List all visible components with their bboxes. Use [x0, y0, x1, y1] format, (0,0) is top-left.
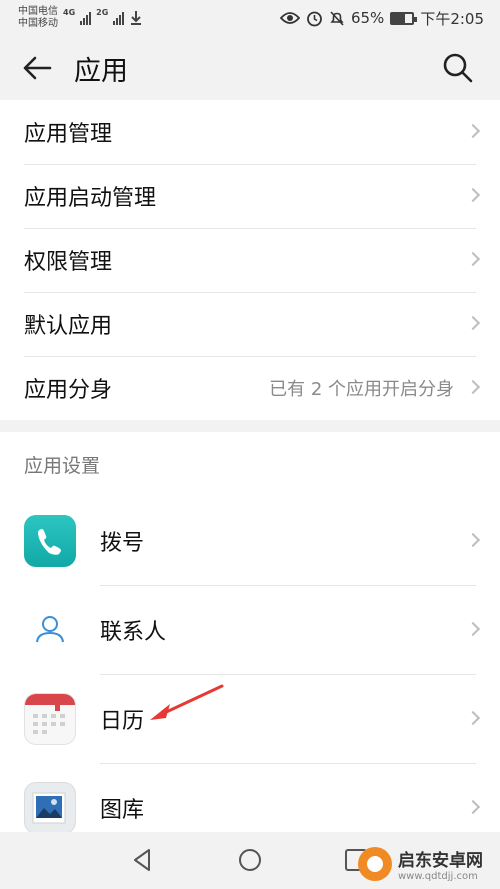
page-title: 应用 — [74, 55, 128, 87]
chevron-right-icon — [465, 621, 481, 636]
battery-fill — [392, 13, 406, 23]
chevron-right-icon — [465, 315, 481, 331]
signal-icon — [113, 11, 125, 25]
signal-icon — [80, 11, 92, 25]
list-item-label: 权限管理 — [24, 250, 113, 275]
download-icon — [131, 11, 142, 25]
battery-icon — [390, 11, 418, 25]
watermark: 启东安卓网 www.qdtdjj.com — [358, 842, 494, 886]
chevron-right-icon — [465, 799, 481, 814]
search-button[interactable] — [440, 50, 476, 86]
status-bar: 中国电信 中国移动 4G 2G 65% 下午2:05 — [0, 0, 500, 36]
mute-icon — [330, 10, 344, 26]
nav-home-button[interactable] — [234, 844, 266, 876]
phone-icon — [24, 514, 76, 567]
app-item-calendar[interactable]: 日历 — [0, 674, 500, 763]
list-item-app-twin[interactable]: 应用分身 已有 2 个应用开启分身 — [0, 356, 500, 420]
chevron-right-icon — [465, 532, 481, 547]
section-title: 应用设置 — [24, 454, 101, 477]
alarm-icon — [307, 11, 322, 26]
annotation-arrow — [150, 684, 224, 720]
app-item-label: 拨号 — [100, 530, 145, 556]
list-item-label: 默认应用 — [24, 314, 113, 339]
app-item-label: 联系人 — [100, 619, 167, 645]
eye-icon — [279, 12, 300, 24]
list-item-label: 应用管理 — [24, 122, 113, 147]
watermark-url: www.qdtdjj.com — [398, 871, 478, 882]
list-item-app-launch[interactable]: 应用启动管理 — [0, 164, 500, 228]
nav-back-button[interactable] — [127, 844, 159, 876]
search-icon — [443, 53, 473, 83]
chevron-right-icon — [465, 251, 481, 267]
chevron-right-icon — [465, 710, 481, 725]
carrier-2: 中国移动 — [18, 18, 58, 29]
chevron-right-icon — [465, 379, 481, 395]
back-button[interactable] — [0, 36, 74, 100]
app-item-contacts[interactable]: 联系人 — [0, 585, 500, 674]
network-type-1: 4G — [63, 8, 76, 17]
list-item-default-apps[interactable]: 默认应用 — [0, 292, 500, 356]
watermark-title: 启东安卓网 — [398, 851, 483, 871]
list-item-value: 已有 2 个应用开启分身 — [269, 379, 454, 400]
triangle-back-icon — [134, 849, 150, 871]
clock: 下午2:05 — [420, 9, 484, 28]
settings-list: 应用管理 应用启动管理 权限管理 默认应用 应用分身 已有 2 个应用开启分身 — [0, 100, 500, 420]
network-type-2: 2G — [96, 8, 109, 17]
gallery-icon — [24, 781, 76, 834]
status-right: 65% 下午2:05 — [279, 8, 484, 29]
chevron-right-icon — [465, 187, 481, 203]
circle-home-icon — [239, 849, 261, 871]
list-item-label: 应用分身 — [24, 378, 113, 403]
app-bar: 应用 — [0, 36, 500, 100]
watermark-text: 启东安卓网 www.qdtdjj.com — [398, 846, 483, 882]
list-item-label: 应用启动管理 — [24, 186, 157, 211]
app-item-dialer[interactable]: 拨号 — [0, 496, 500, 585]
carrier-names: 中国电信 中国移动 — [18, 6, 58, 30]
calendar-icon — [24, 692, 76, 745]
screen: 中国电信 中国移动 4G 2G 65% 下午2:05 应用 应用管理 应用启动管… — [0, 0, 500, 889]
carrier-1: 中国电信 — [18, 6, 58, 17]
list-item-app-management[interactable]: 应用管理 — [0, 100, 500, 164]
app-item-label: 日历 — [100, 708, 145, 734]
chevron-right-icon — [465, 123, 481, 139]
list-item-permissions[interactable]: 权限管理 — [0, 228, 500, 292]
watermark-logo-icon — [358, 847, 392, 881]
app-settings-section: 应用设置 拨号 联系人 日历 图库 — [0, 432, 500, 834]
battery-percent: 65% — [350, 9, 385, 27]
status-left: 中国电信 中国移动 4G 2G — [18, 6, 143, 30]
app-item-label: 图库 — [100, 797, 145, 823]
back-arrow-icon — [23, 56, 52, 80]
contacts-icon — [24, 603, 76, 656]
